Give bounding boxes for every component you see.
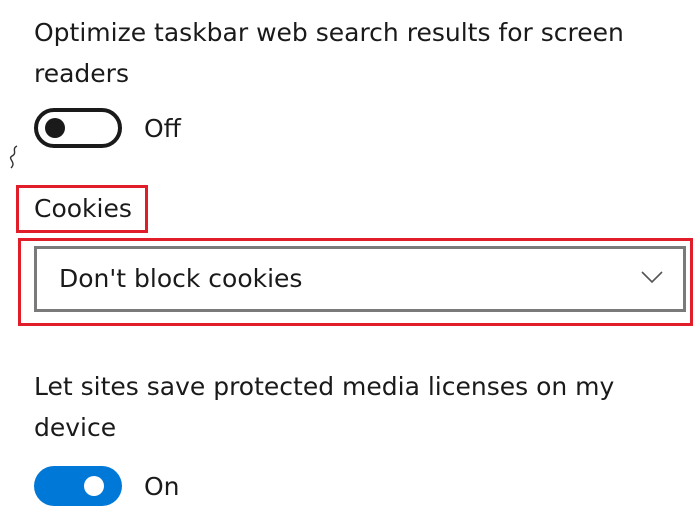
toggle-knob <box>45 118 65 138</box>
web-search-toggle-state: Off <box>144 113 181 143</box>
web-search-toggle-row: Off <box>34 108 181 148</box>
cookies-dropdown[interactable]: Don't block cookies <box>34 246 686 312</box>
media-licenses-setting-title: Let sites save protected media licenses … <box>34 372 615 442</box>
media-licenses-toggle-state: On <box>144 471 180 501</box>
web-search-setting-title: Optimize taskbar web search results for … <box>34 18 624 88</box>
cookies-label: Cookies <box>34 194 132 223</box>
media-licenses-toggle-row: On <box>34 466 180 506</box>
chevron-down-icon <box>641 271 663 284</box>
cookies-dropdown-value: Don't block cookies <box>59 264 303 293</box>
cursor-squiggle-icon <box>9 145 18 169</box>
media-licenses-toggle[interactable] <box>34 466 122 506</box>
toggle-knob <box>84 476 104 496</box>
web-search-toggle[interactable] <box>34 108 122 148</box>
